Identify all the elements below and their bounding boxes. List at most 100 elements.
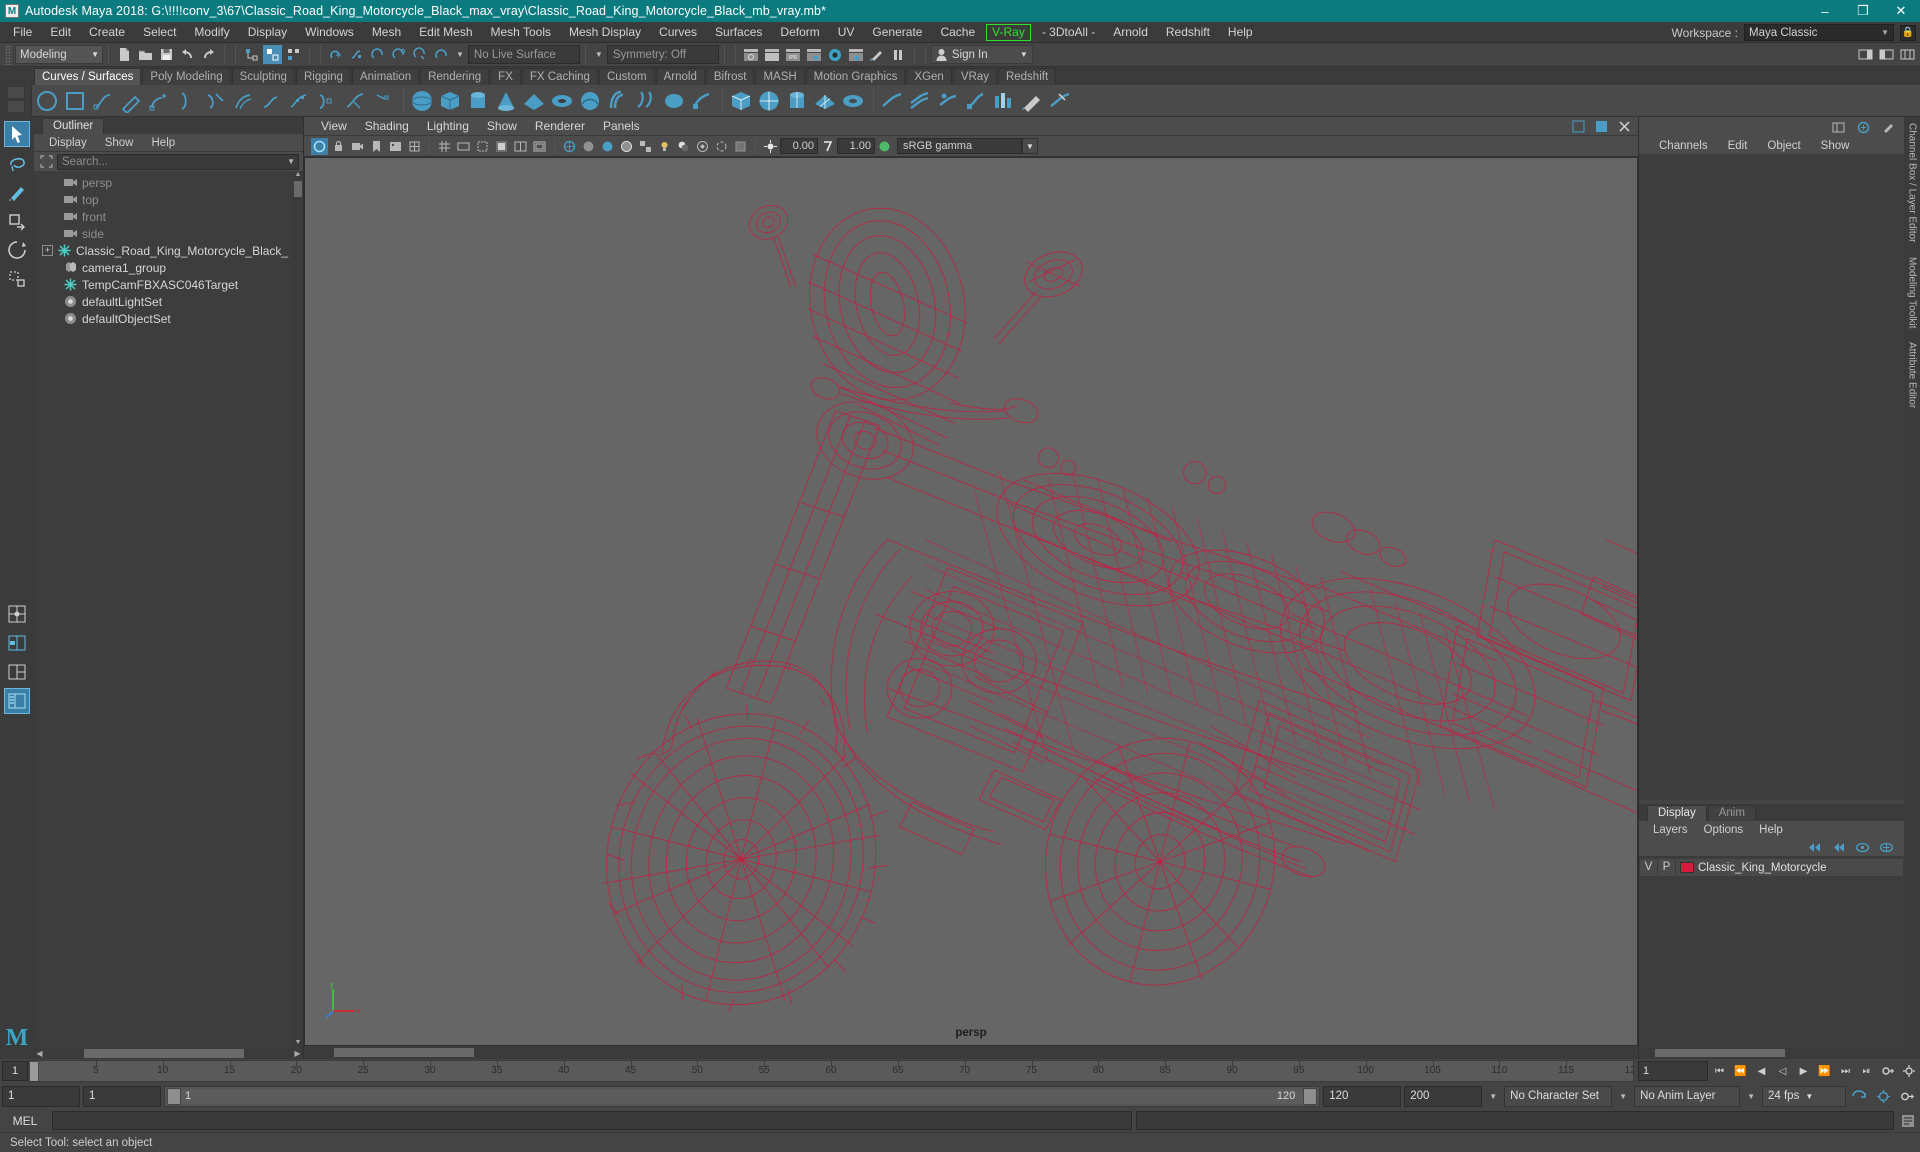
shelf-tab-vray[interactable]: VRay (952, 68, 997, 85)
nurbs-cube-icon[interactable] (437, 88, 463, 114)
poly-cylinder-icon[interactable] (784, 88, 810, 114)
menu-mesh-tools[interactable]: Mesh Tools (482, 22, 560, 43)
anim-start-field[interactable]: 1 (83, 1085, 161, 1107)
menuset-select[interactable]: Modeling ▼ (15, 45, 103, 64)
vtab-modeling-toolkit[interactable]: Modeling Toolkit (1907, 257, 1918, 329)
layer-tab-anim[interactable]: Anim (1707, 805, 1756, 821)
chevron-down-icon[interactable]: ▼ (456, 50, 464, 59)
range-start-field[interactable]: 1 (2, 1085, 80, 1107)
pencil-curve-tool-icon[interactable] (118, 88, 144, 114)
menu-uv[interactable]: UV (829, 22, 864, 43)
menu-display[interactable]: Display (239, 22, 296, 43)
layer-visibility-toggle[interactable]: V (1640, 859, 1658, 876)
arc-tool-icon[interactable] (146, 88, 172, 114)
layer-horizontal-scrollbar[interactable] (1639, 1047, 1904, 1059)
paint-select-tool-icon[interactable] (4, 179, 30, 205)
magnet-icon[interactable] (432, 45, 451, 64)
channel-box-content[interactable] (1639, 155, 1904, 800)
safe-action-icon[interactable] (531, 138, 548, 155)
gamma-icon[interactable] (819, 138, 836, 155)
outliner-item-tempcam-target[interactable]: TempCamFBXASC046Target (34, 276, 303, 293)
chevron-down-icon[interactable]: ▼ (1747, 1092, 1755, 1101)
ao-toggle-icon[interactable] (694, 138, 711, 155)
snap-projected-center-icon[interactable] (390, 45, 409, 64)
poly-cube-icon[interactable] (728, 88, 754, 114)
rotate-tool-icon[interactable] (4, 237, 30, 263)
layer-tab-display[interactable]: Display (1647, 805, 1707, 821)
tool-settings-toggle-icon[interactable] (1880, 119, 1897, 136)
color-management-select[interactable]: sRGB gamma (897, 138, 1022, 154)
menu-generate[interactable]: Generate (863, 22, 931, 43)
time-slider-track[interactable]: 5 10 15 20 25 30 35 40 45 50 55 60 65 70 75 80 85 90 95 100… (28, 1060, 1634, 1082)
lock-icon[interactable]: 🔒 (1900, 24, 1916, 41)
select-tool-icon[interactable] (4, 121, 30, 147)
render-sequence-icon[interactable] (805, 45, 824, 64)
selection-filter-icon[interactable] (38, 154, 54, 169)
poly-sphere-icon[interactable] (756, 88, 782, 114)
chevron-down-icon[interactable]: ▼ (1022, 138, 1038, 154)
close-button[interactable]: ✕ (1882, 0, 1920, 22)
outliner-item-persp[interactable]: persp (34, 174, 303, 191)
channelbox-tab-show[interactable]: Show (1811, 137, 1860, 155)
layer-playback-toggle[interactable]: P (1658, 859, 1676, 876)
poly-plane-icon[interactable] (812, 88, 838, 114)
shelf-tab-menu-button[interactable] (6, 100, 25, 113)
range-start-handle[interactable] (167, 1087, 181, 1105)
step-forward-frame-icon[interactable]: ⏩ (1815, 1062, 1834, 1081)
maximize-button[interactable]: ❐ (1844, 0, 1882, 22)
twod-pan-zoom-icon[interactable] (406, 138, 423, 155)
time-slider-end-field[interactable]: 1 (1638, 1061, 1708, 1081)
menu-help[interactable]: Help (1219, 22, 1262, 43)
color-management-icon[interactable] (876, 138, 893, 155)
paint-tool-icon[interactable] (1019, 88, 1045, 114)
surface-editor-icon[interactable] (1047, 88, 1073, 114)
move-tool-icon[interactable] (4, 208, 30, 234)
menu-create[interactable]: Create (80, 22, 134, 43)
script-editor-icon[interactable] (1898, 1111, 1918, 1131)
vtab-channel-box-layer-editor[interactable]: Channel Box / Layer Editor (1907, 123, 1918, 243)
shadows-toggle-icon[interactable] (675, 138, 692, 155)
attribute-editor-toggle-icon[interactable] (1855, 119, 1872, 136)
nurbs-plane-icon[interactable] (521, 88, 547, 114)
range-slider-bar[interactable]: 1 120 (164, 1085, 1321, 1107)
character-set-select[interactable]: No Character Set (1504, 1085, 1613, 1107)
redo-icon[interactable] (199, 45, 218, 64)
nurbs-sphere-icon[interactable] (409, 88, 435, 114)
outliner-item-top[interactable]: top (34, 191, 303, 208)
show-hide-sidebar-icon[interactable] (1856, 45, 1875, 64)
select-by-hierarchy-icon[interactable] (242, 45, 261, 64)
scroll-right-icon[interactable]: ▶ (292, 1049, 303, 1058)
snap-grid-icon[interactable] (327, 45, 346, 64)
shelf-tab-rigging[interactable]: Rigging (295, 68, 351, 85)
layer-menu-layers[interactable]: Layers (1645, 821, 1696, 839)
outliner-menu-show[interactable]: Show (96, 134, 143, 152)
menu-curves[interactable]: Curves (650, 22, 706, 43)
render-settings-icon[interactable]: IPR (784, 45, 803, 64)
shelf-tab-redshift[interactable]: Redshift (997, 68, 1057, 85)
shaded-wireframe-icon[interactable] (618, 138, 635, 155)
shelf-tab-mash[interactable]: MASH (755, 68, 805, 85)
anim-end-field[interactable]: 120 (1323, 1085, 1402, 1107)
outliner-item-camera1-group[interactable]: camera1_group (34, 259, 303, 276)
statusline-drag-handle[interactable] (5, 44, 12, 65)
layer-menu-help[interactable]: Help (1751, 821, 1791, 839)
sculpt-geometry-icon[interactable] (991, 88, 1017, 114)
step-back-key-icon[interactable]: ⏪ (1731, 1062, 1750, 1081)
shelf-tab-sculpting[interactable]: Sculpting (231, 68, 295, 85)
detach-curves-icon[interactable] (202, 88, 228, 114)
toggle-light-icon[interactable] (868, 45, 887, 64)
new-layer-icon[interactable] (1854, 839, 1871, 856)
nurbs-cylinder-icon[interactable] (465, 88, 491, 114)
cv-curve-icon[interactable] (370, 88, 396, 114)
minimize-button[interactable]: – (1806, 0, 1844, 22)
new-layer-from-selection-icon[interactable] (1878, 839, 1895, 856)
shelf-tab-fx-caching[interactable]: FX Caching (521, 68, 598, 85)
animation-preferences-gear-icon[interactable] (1873, 1086, 1894, 1107)
range-end-handle[interactable] (1303, 1087, 1318, 1105)
viewport-menu-renderer[interactable]: Renderer (526, 117, 594, 136)
three-pane-layout-icon[interactable] (4, 659, 30, 685)
vtab-attribute-editor[interactable]: Attribute Editor (1907, 342, 1918, 408)
layer-next-icon[interactable] (1830, 839, 1847, 856)
wireframe-shading-icon[interactable] (561, 138, 578, 155)
channelbox-tab-channels[interactable]: Channels (1649, 137, 1718, 155)
